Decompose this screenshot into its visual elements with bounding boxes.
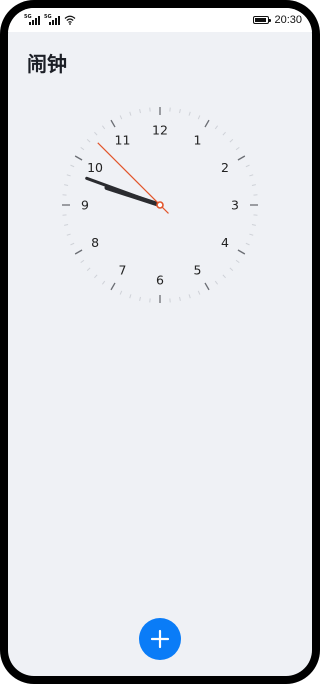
minute-tick: [188, 294, 191, 299]
clock-numeral: 9: [81, 198, 89, 213]
minute-tick: [129, 111, 132, 116]
signal-icon: 5G: [24, 14, 40, 25]
analog-clock: 121234567891011: [62, 107, 258, 303]
minute-tick: [214, 280, 219, 285]
clock-numeral: 4: [221, 235, 229, 250]
hour-tick: [237, 155, 246, 161]
minute-tick: [101, 125, 106, 130]
minute-tick: [251, 224, 256, 226]
device-frame: 5G 5G 20:30 闹钟 12 1 2 3 4 5 6 7 8 9 10 1…: [0, 0, 320, 684]
add-alarm-button[interactable]: [139, 618, 181, 660]
minute-tick: [188, 111, 191, 116]
clock-numeral: 7: [119, 262, 127, 277]
minute-tick: [129, 294, 132, 299]
clock-numeral: 10: [87, 160, 103, 175]
hour-tick: [74, 155, 83, 161]
clock-numeral: 5: [194, 262, 202, 277]
hour-tick: [237, 249, 246, 255]
minute-tick: [70, 242, 75, 246]
minute-tick: [86, 139, 91, 143]
minute-tick: [80, 146, 85, 151]
minute-tick: [94, 274, 98, 279]
minute-tick: [229, 139, 234, 143]
clock-numeral: 2: [221, 160, 229, 175]
clock-numeral: 12: [152, 123, 168, 138]
battery-icon: [253, 16, 272, 24]
minute-tick: [249, 174, 254, 177]
minute-tick: [197, 290, 201, 295]
clock-numeral: 1: [194, 133, 202, 148]
minute-hand: [85, 176, 162, 207]
wifi-icon: [64, 15, 76, 25]
minute-tick: [70, 164, 75, 168]
minute-tick: [66, 174, 71, 177]
minute-tick: [222, 131, 226, 136]
page-title: 闹钟: [27, 52, 67, 76]
minute-tick: [245, 164, 250, 168]
screen: 5G 5G 20:30 闹钟 12 1 2 3 4 5 6 7 8 9 10 1…: [8, 8, 312, 676]
minute-tick: [179, 109, 181, 114]
status-left: 5G 5G: [24, 14, 76, 25]
minute-tick: [235, 146, 240, 151]
minute-tick: [214, 125, 219, 130]
hour-tick: [204, 119, 210, 128]
minute-tick: [197, 115, 201, 120]
clock-center-cap: [156, 201, 164, 209]
hour-tick: [110, 282, 116, 291]
signal-icon: 5G: [44, 14, 60, 25]
minute-tick: [64, 184, 69, 186]
clock-numeral: 8: [91, 235, 99, 250]
minute-tick: [229, 267, 234, 271]
minute-tick: [249, 233, 254, 236]
clock-numeral: 3: [231, 198, 239, 213]
status-right: 20:30: [253, 14, 302, 26]
clock-numeral: 6: [156, 273, 164, 288]
minute-tick: [139, 296, 141, 301]
minute-tick: [245, 242, 250, 246]
minute-tick: [119, 290, 123, 295]
clock-numeral: 11: [115, 133, 131, 148]
minute-tick: [64, 224, 69, 226]
status-bar: 5G 5G 20:30: [8, 8, 312, 32]
hour-tick: [110, 119, 116, 128]
minute-tick: [222, 274, 226, 279]
minute-tick: [119, 115, 123, 120]
minute-tick: [94, 131, 98, 136]
plus-icon: [150, 629, 170, 649]
minute-tick: [66, 233, 71, 236]
minute-tick: [101, 280, 106, 285]
status-time: 20:30: [274, 14, 302, 26]
hour-tick: [204, 282, 210, 291]
minute-tick: [251, 184, 256, 186]
minute-tick: [86, 267, 91, 271]
hour-tick: [74, 249, 83, 255]
minute-tick: [235, 259, 240, 264]
minute-tick: [179, 296, 181, 301]
minute-tick: [80, 259, 85, 264]
minute-tick: [139, 109, 141, 114]
